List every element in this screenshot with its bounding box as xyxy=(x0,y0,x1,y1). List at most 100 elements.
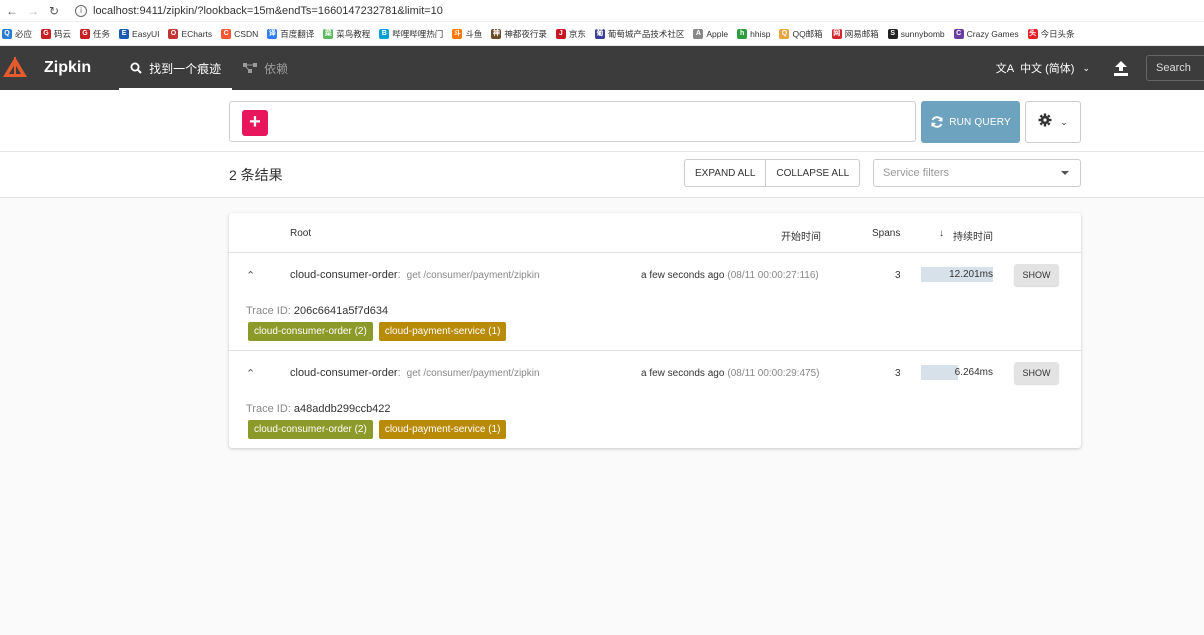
reload-icon[interactable]: ↻ xyxy=(46,4,62,18)
bookmark-item[interactable]: Ssunnybomb xyxy=(887,28,945,39)
sort-down-icon[interactable]: ↓ xyxy=(939,228,944,239)
bookmark-item[interactable]: 斗斗鱼 xyxy=(452,28,482,40)
bookmark-item[interactable]: G 任务 xyxy=(80,28,110,40)
service-filter-select[interactable]: Service filters xyxy=(873,159,1081,187)
expand-collapse-group: EXPAND ALL COLLAPSE ALL xyxy=(684,159,861,187)
bookmark-item[interactable]: O ECharts xyxy=(168,28,212,39)
bookmark-icon: 神 xyxy=(491,28,502,39)
search-input[interactable]: Search xyxy=(1146,55,1204,81)
bookmark-icon: 译 xyxy=(267,28,278,39)
bookmark-item[interactable]: C Crazy Games xyxy=(953,28,1019,39)
timestamp: (08/11 00:00:27:116) xyxy=(727,270,819,281)
bookmark-item[interactable]: C CSDN xyxy=(221,28,259,39)
bookmark-item[interactable]: E EasyUI xyxy=(119,28,160,39)
bookmark-label: CSDN xyxy=(234,28,259,39)
service-tag[interactable]: cloud-payment-service (1) xyxy=(378,420,507,439)
relative-time: a few seconds ago xyxy=(641,368,725,379)
duration-value: 12.201ms xyxy=(949,269,993,280)
trace-id-label: Trace ID: xyxy=(246,305,291,317)
trace-id-value: 206c6641a5f7d634 xyxy=(293,305,389,317)
bookmark-item[interactable]: 葡葡萄城产品技术社区 xyxy=(594,28,685,40)
bookmark-item[interactable]: 神神都夜行录 xyxy=(491,28,547,40)
bookmark-item[interactable]: h hhisp xyxy=(737,28,770,39)
header-start-time[interactable]: 开始时间 xyxy=(781,228,821,243)
query-criteria-input[interactable]: + xyxy=(229,101,916,142)
bookmark-item[interactable]: Q QQ邮箱 xyxy=(779,28,823,40)
expand-all-button[interactable]: EXPAND ALL xyxy=(685,160,765,186)
bookmark-label: 今日头条 xyxy=(1040,28,1075,39)
bookmark-item[interactable]: A Apple xyxy=(693,28,729,39)
tab-dependencies-label: 依赖 xyxy=(264,61,289,76)
bookmark-icon: C xyxy=(953,28,964,39)
bookmark-icon: A xyxy=(693,28,704,39)
bookmark-icon: 网 xyxy=(831,28,842,39)
language-selector[interactable]: 文A 中文 (简体) ⌄ xyxy=(996,60,1090,76)
trace-id-value: a48addb299ccb422 xyxy=(293,403,391,415)
bookmark-item[interactable]: 网网易邮箱 xyxy=(831,28,879,40)
table-row[interactable]: ⌃ cloud-consumer-order: get /consumer/pay… xyxy=(229,350,1081,447)
root-span: cloud-consumer-order: get /consumer/payme… xyxy=(290,367,540,379)
bookmark-label: 必应 xyxy=(15,28,33,39)
add-criteria-button[interactable]: + xyxy=(242,110,268,136)
bookmark-icon: h xyxy=(737,28,748,39)
url-field[interactable]: localhost:9411/zipkin/?lookback=15m&endT… xyxy=(93,5,443,17)
collapse-all-button[interactable]: COLLAPSE ALL xyxy=(765,160,859,186)
bookmark-icon: Q xyxy=(779,28,790,39)
bookmark-item[interactable]: 译百度翻译 xyxy=(267,28,314,40)
results-bar: 2 条结果 EXPAND ALL COLLAPSE ALL Service fi… xyxy=(0,152,1204,198)
bookmark-item[interactable]: B 哔哩哔哩热门 xyxy=(379,28,443,40)
back-icon[interactable]: ← xyxy=(4,4,20,18)
show-trace-button[interactable]: SHOW xyxy=(1014,264,1059,286)
bookmark-item[interactable]: Q 必应 xyxy=(2,28,32,40)
site-info-icon[interactable]: i xyxy=(75,4,87,17)
tab-dependencies[interactable]: 依赖 xyxy=(232,46,299,90)
duration-cell: 6.264ms xyxy=(921,365,993,380)
chevron-down-icon: ⌄ xyxy=(1082,62,1090,73)
bookmark-item[interactable]: 菜菜鸟教程 xyxy=(323,28,370,40)
bookmark-label: 菜鸟教程 xyxy=(336,28,371,39)
bookmark-label: sunnybomb xyxy=(900,28,945,39)
translate-icon: 文A xyxy=(995,63,1015,75)
bookmark-icon: O xyxy=(168,28,179,39)
bookmark-label: 码云 xyxy=(54,28,72,39)
bookmark-icon: J xyxy=(555,28,566,39)
forward-icon[interactable]: → xyxy=(25,4,41,18)
table-row[interactable]: ⌃ cloud-consumer-order: get /consumer/pay… xyxy=(229,253,1081,350)
start-time: a few seconds ago (08/11 00:00:27:116) xyxy=(641,270,819,281)
bookmark-icon: 菜 xyxy=(323,28,334,39)
bookmark-label: 哔哩哔哩热门 xyxy=(392,28,444,39)
endpoint-name: get /consumer/payment/zipkin xyxy=(406,368,540,379)
bookmark-item[interactable]: 头今日头条 xyxy=(1027,28,1075,40)
header-spans[interactable]: Spans xyxy=(872,228,900,239)
service-tag[interactable]: cloud-payment-service (1) xyxy=(378,322,507,341)
bookmark-label: EasyUI xyxy=(132,28,160,39)
bookmark-icon: 斗 xyxy=(452,28,463,39)
bookmark-label: Apple xyxy=(706,28,729,39)
tab-find-trace[interactable]: 找到一个痕迹 xyxy=(119,46,233,90)
table-header: Root 开始时间 Spans ↓ 持续时间 xyxy=(229,213,1081,253)
language-label: 中文 (简体) xyxy=(1020,63,1075,75)
service-tag[interactable]: cloud-consumer-order (2) xyxy=(248,322,373,341)
service-tag[interactable]: cloud-consumer-order (2) xyxy=(248,420,373,439)
collapse-toggle-icon[interactable]: ⌃ xyxy=(246,269,255,282)
span-count: 3 xyxy=(895,368,901,379)
show-trace-button[interactable]: SHOW xyxy=(1014,362,1059,384)
bookmark-icon: 葡 xyxy=(594,28,605,39)
upload-icon[interactable] xyxy=(1114,60,1128,76)
bookmark-item[interactable]: J 京东 xyxy=(555,28,586,40)
collapse-toggle-icon[interactable]: ⌃ xyxy=(246,367,255,380)
header-duration[interactable]: 持续时间 xyxy=(953,228,993,243)
root-span: cloud-consumer-order: get /consumer/payme… xyxy=(290,269,540,281)
bookmark-icon: S xyxy=(887,28,898,39)
bookmark-label: 神都夜行录 xyxy=(504,28,547,39)
relative-time: a few seconds ago xyxy=(641,270,725,281)
duration-value: 6.264ms xyxy=(954,367,993,378)
bookmark-label: 葡萄城产品技术社区 xyxy=(607,28,685,39)
settings-button[interactable]: ⌄ xyxy=(1025,101,1081,143)
header-root[interactable]: Root xyxy=(290,228,311,239)
run-query-button[interactable]: RUN QUERY xyxy=(921,101,1020,143)
bookmark-item[interactable]: G 码云 xyxy=(41,28,71,40)
app-title[interactable]: Zipkin xyxy=(44,59,91,77)
bookmark-icon: G xyxy=(80,28,91,39)
zipkin-logo-icon[interactable] xyxy=(0,46,30,90)
